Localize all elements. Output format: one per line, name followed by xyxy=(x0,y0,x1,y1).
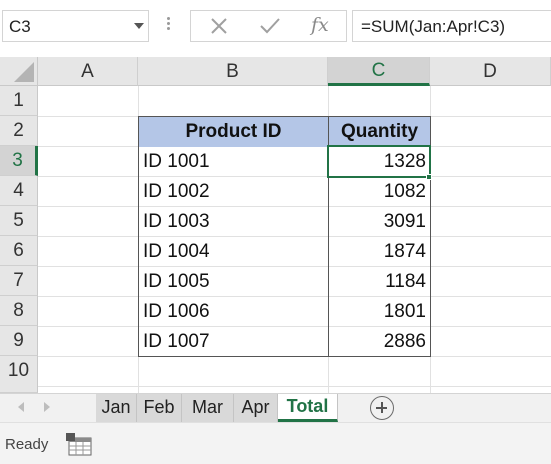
cell-c7[interactable]: 1184 xyxy=(329,267,430,297)
macro-record-icon[interactable] xyxy=(66,433,93,457)
table-divider xyxy=(328,116,329,357)
cell-b8[interactable]: ID 1006 xyxy=(139,297,328,327)
sheet-tab-total[interactable]: Total xyxy=(278,394,338,422)
cancel-icon[interactable] xyxy=(199,11,239,41)
row-header-8[interactable]: 8 xyxy=(0,296,38,326)
cell-b9[interactable]: ID 1007 xyxy=(139,327,328,357)
scroll-left-icon[interactable] xyxy=(18,402,24,412)
cell-c6[interactable]: 1874 xyxy=(329,237,430,267)
status-bar: Ready xyxy=(0,422,551,464)
cell-b4[interactable]: ID 1002 xyxy=(139,177,328,207)
cell-c4[interactable]: 1082 xyxy=(329,177,430,207)
row-header-3[interactable]: 3 xyxy=(0,146,38,176)
worksheet-grid[interactable]: A B C D 1 2 3 4 5 6 7 8 9 10 Product ID … xyxy=(0,57,551,393)
formula-buttons: fx xyxy=(190,10,347,42)
cell-c9[interactable]: 2886 xyxy=(329,327,430,357)
cell-c2[interactable]: Quantity xyxy=(329,117,430,147)
cell-c8[interactable]: 1801 xyxy=(329,297,430,327)
gridline xyxy=(38,386,551,387)
sheet-tab-jan[interactable]: Jan xyxy=(96,394,137,422)
drag-handle-icon[interactable] xyxy=(165,15,171,37)
fill-handle[interactable] xyxy=(426,174,432,180)
function-icon: fx xyxy=(311,14,329,36)
cell-b6[interactable]: ID 1004 xyxy=(139,237,328,267)
formula-bar: C3 fx =SUM(Jan:Apr!C3) xyxy=(0,0,551,52)
sheet-tab-mar[interactable]: Mar xyxy=(182,394,234,422)
cell-b2[interactable]: Product ID xyxy=(139,117,328,147)
status-text: Ready xyxy=(5,436,49,453)
check-icon[interactable] xyxy=(249,11,289,41)
row-header-5[interactable]: 5 xyxy=(0,206,38,236)
row-header-1[interactable]: 1 xyxy=(0,86,38,116)
sheet-tab-apr[interactable]: Apr xyxy=(234,394,278,422)
column-header-d[interactable]: D xyxy=(430,57,551,86)
formula-text: =SUM(Jan:Apr!C3) xyxy=(361,17,506,36)
row-header-10[interactable]: 10 xyxy=(0,356,38,393)
select-all-button[interactable] xyxy=(0,57,38,86)
row-header-4[interactable]: 4 xyxy=(0,176,38,206)
column-header-a[interactable]: A xyxy=(38,57,138,86)
sheet-tab-feb[interactable]: Feb xyxy=(137,394,182,422)
row-header-2[interactable]: 2 xyxy=(0,116,38,146)
chevron-down-icon[interactable] xyxy=(134,23,144,29)
cell-b5[interactable]: ID 1003 xyxy=(139,207,328,237)
name-box-value: C3 xyxy=(9,17,31,36)
column-header-b[interactable]: B xyxy=(138,57,328,86)
name-box[interactable]: C3 xyxy=(2,10,149,42)
row-header-6[interactable]: 6 xyxy=(0,236,38,266)
cell-b7[interactable]: ID 1005 xyxy=(139,267,328,297)
cell-c3[interactable]: 1328 xyxy=(329,147,430,177)
row-header-9[interactable]: 9 xyxy=(0,326,38,356)
cell-b3[interactable]: ID 1001 xyxy=(139,147,328,177)
gridline xyxy=(430,86,431,393)
row-header-7[interactable]: 7 xyxy=(0,266,38,296)
cell-c5[interactable]: 3091 xyxy=(329,207,430,237)
scroll-right-icon[interactable] xyxy=(44,402,50,412)
formula-input[interactable]: =SUM(Jan:Apr!C3) xyxy=(352,10,551,42)
column-header-c[interactable]: C xyxy=(328,57,430,86)
insert-function-button[interactable]: fx xyxy=(299,11,339,41)
sheet-tab-bar: Jan Feb Mar Apr Total xyxy=(0,393,551,422)
add-sheet-icon[interactable] xyxy=(370,396,394,420)
